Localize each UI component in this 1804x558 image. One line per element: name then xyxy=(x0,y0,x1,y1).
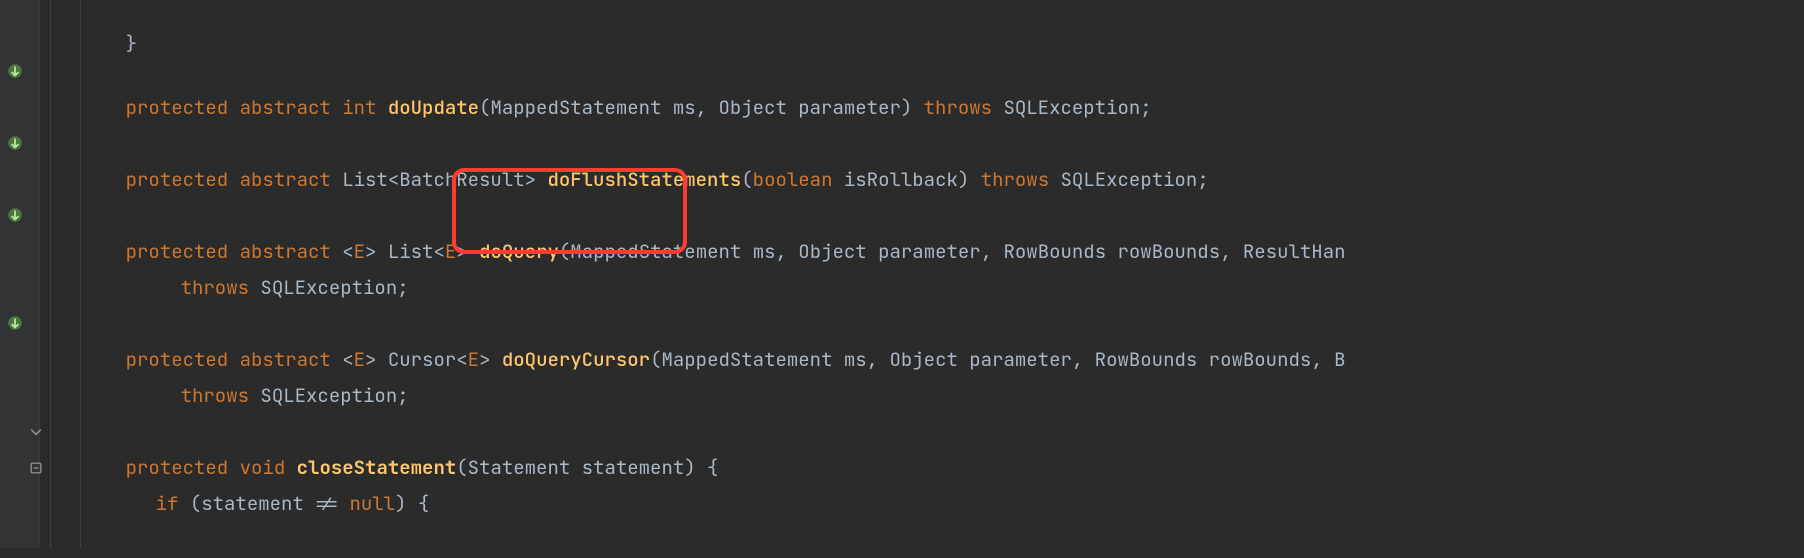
code-line: protected abstract List<BatchResult> doF… xyxy=(80,126,1209,162)
params: (Statement statement) { xyxy=(456,455,718,480)
type-param: E xyxy=(468,347,479,372)
method-name: doFlushStatements xyxy=(547,167,741,192)
override-icon[interactable] xyxy=(6,62,24,80)
code-line: throws SQLException; xyxy=(135,234,409,270)
params: (MappedStatement ms, Object parameter) xyxy=(479,95,912,120)
exception-type: SQLException; xyxy=(260,275,408,300)
keyword-protected: protected xyxy=(126,167,229,192)
keyword-protected: protected xyxy=(126,95,229,120)
code-line: } xyxy=(80,0,137,26)
paren: ( xyxy=(741,167,752,192)
type-param: E xyxy=(445,239,456,264)
keyword-abstract: abstract xyxy=(240,167,331,192)
override-icon[interactable] xyxy=(6,134,24,152)
keyword-throws: throws xyxy=(181,275,249,300)
override-icon[interactable] xyxy=(6,314,24,332)
params: (MappedStatement ms, Object parameter, R… xyxy=(650,347,1345,372)
keyword-throws: throws xyxy=(981,167,1049,192)
code-line: protected abstract <E> List<E> doQuery(M… xyxy=(80,198,1346,234)
method-name: doQuery xyxy=(479,239,559,264)
code-line: protected abstract int doUpdate(MappedSt… xyxy=(80,54,1152,90)
method-name: doUpdate xyxy=(388,95,479,120)
condition: (statement != xyxy=(178,491,349,516)
exception-type: SQLException; xyxy=(1003,95,1151,120)
code-line: if (statement != null) { xyxy=(110,450,429,486)
params: (MappedStatement ms, Object parameter, R… xyxy=(559,239,1346,264)
method-name: doQueryCursor xyxy=(502,347,650,372)
param: isRollback) xyxy=(832,167,969,192)
code-line: protected abstract <E> Cursor<E> doQuery… xyxy=(80,306,1345,342)
code-line: protected void closeStatement(Statement … xyxy=(80,414,718,450)
code-line: throws SQLException; xyxy=(135,342,409,378)
keyword-if: if xyxy=(156,491,179,516)
code-editor[interactable]: } protected abstract int doUpdate(Mapped… xyxy=(40,0,1804,548)
exception-type: SQLException; xyxy=(1061,167,1209,192)
keyword-int: int xyxy=(342,95,376,120)
keyword-null: null xyxy=(349,491,395,516)
override-icon[interactable] xyxy=(6,206,24,224)
keyword-throws: throws xyxy=(924,95,992,120)
brace: ) { xyxy=(395,491,429,516)
editor-gutter xyxy=(0,0,40,548)
keyword-throws: throws xyxy=(181,383,249,408)
return-type: List<BatchResult> xyxy=(342,167,536,192)
angle-close: > xyxy=(479,347,490,372)
angle-close: > xyxy=(456,239,467,264)
keyword-abstract: abstract xyxy=(240,95,331,120)
brace: } xyxy=(126,31,137,56)
keyword-boolean: boolean xyxy=(753,167,833,192)
exception-type: SQLException; xyxy=(260,383,408,408)
